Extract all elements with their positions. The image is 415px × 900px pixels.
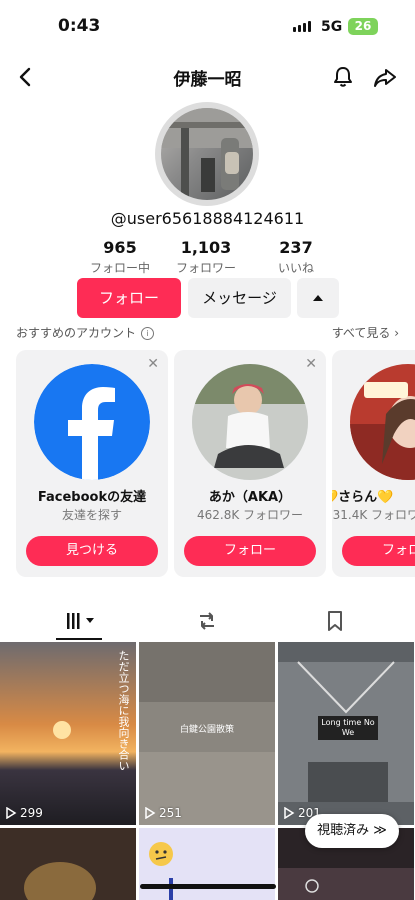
repost-icon bbox=[200, 612, 214, 630]
stat-value: 1,103 bbox=[180, 238, 232, 257]
card-name: Facebookの友達 bbox=[37, 490, 147, 505]
card-name: 💛さらん💛 bbox=[332, 490, 394, 505]
stat-value: 237 bbox=[279, 238, 313, 257]
watched-filter-label: 視聴済み bbox=[317, 823, 370, 838]
message-button[interactable]: メッセージ bbox=[188, 278, 291, 318]
tab-videos[interactable] bbox=[60, 606, 100, 636]
profile-stats: 965 フォロー中 1,103 フォロワー 237 いいね bbox=[80, 238, 340, 278]
card-subtitle: 131.4K フォロワー bbox=[332, 508, 415, 522]
profile-username: @user65618884124611 bbox=[110, 209, 305, 228]
recommended-heading-text: おすすめのアカウント bbox=[16, 326, 137, 340]
recommended-card[interactable]: ✕ あか（AKA） 462.8K フォロワー フォロー bbox=[174, 350, 326, 577]
stat-label: フォロー中 bbox=[89, 261, 150, 275]
notification-bell-button[interactable] bbox=[330, 64, 356, 94]
share-button[interactable] bbox=[372, 65, 398, 95]
network-label: 5G bbox=[321, 19, 343, 35]
bookmark-icon bbox=[328, 611, 342, 631]
play-icon bbox=[6, 807, 17, 819]
follow-button[interactable]: フォロー bbox=[77, 278, 181, 318]
find-friends-button[interactable]: 見つける bbox=[26, 536, 158, 566]
see-all-link[interactable]: すべて見る › bbox=[332, 324, 399, 341]
content-tabs bbox=[0, 600, 415, 642]
stat-label: フォロワー bbox=[175, 261, 236, 275]
stat-following[interactable]: 965 フォロー中 bbox=[80, 238, 160, 276]
recommended-card[interactable]: ✕ Facebookの友達 友達を探す 見つける bbox=[16, 350, 168, 577]
battery-icon: 26 bbox=[348, 18, 378, 35]
view-count-text: 251 bbox=[159, 806, 182, 820]
video-thumbnail[interactable] bbox=[0, 828, 136, 900]
stat-likes[interactable]: 237 いいね bbox=[256, 238, 336, 276]
close-icon[interactable]: ✕ bbox=[305, 356, 317, 372]
stat-value: 965 bbox=[103, 238, 137, 257]
close-icon[interactable]: ✕ bbox=[147, 356, 159, 372]
bell-icon bbox=[334, 67, 352, 87]
tab-saved[interactable] bbox=[315, 606, 355, 636]
avatar-photo bbox=[161, 108, 253, 200]
signal-icon bbox=[293, 21, 311, 32]
stat-label: いいね bbox=[277, 261, 314, 275]
top-bar: 伊藤一昭 bbox=[0, 56, 415, 100]
avatar[interactable] bbox=[155, 102, 259, 206]
info-icon[interactable]: i bbox=[141, 327, 155, 340]
video-overlay-text: Long time No We bbox=[318, 716, 378, 740]
caret-up-icon bbox=[313, 295, 323, 301]
play-icon bbox=[145, 807, 156, 819]
video-thumbnail[interactable]: ただ立つ海に我向き合い 299 bbox=[0, 642, 136, 825]
video-overlay-text: 白鍵公園散策 bbox=[179, 725, 234, 735]
follow-button[interactable]: フォロー bbox=[342, 536, 415, 566]
expand-recommendations-button[interactable] bbox=[297, 278, 339, 318]
facebook-logo-icon bbox=[34, 364, 150, 480]
watched-filter-button[interactable]: 視聴済み ≫ bbox=[305, 814, 399, 848]
video-thumbnail[interactable]: Long time No We 201 bbox=[278, 642, 414, 825]
view-count: 299 bbox=[5, 806, 43, 820]
recommended-heading: おすすめのアカウント i bbox=[16, 324, 155, 341]
recommended-card[interactable]: 💛さらん💛 131.4K フォロワー フォロー bbox=[332, 350, 415, 577]
card-name: あか（AKA） bbox=[208, 490, 292, 505]
card-avatar bbox=[192, 364, 308, 480]
stat-followers[interactable]: 1,103 フォロワー bbox=[166, 238, 246, 276]
video-grid-icon bbox=[67, 613, 94, 629]
card-subtitle: 462.8K フォロワー bbox=[196, 508, 304, 522]
card-subtitle: 友達を探す bbox=[61, 508, 122, 522]
play-icon bbox=[284, 807, 295, 819]
view-count: 251 bbox=[144, 806, 182, 820]
status-time: 0:43 bbox=[58, 16, 101, 36]
status-bar: 0:43 5G 26 bbox=[0, 0, 415, 56]
see-all-text: すべて見る bbox=[331, 326, 391, 340]
tab-reposts[interactable] bbox=[187, 606, 227, 636]
video-thumbnail[interactable]: 白鍵公園散策 251 bbox=[139, 642, 275, 825]
home-indicator bbox=[140, 884, 276, 889]
video-thumbnail[interactable] bbox=[139, 828, 275, 900]
card-avatar bbox=[350, 364, 415, 480]
video-overlay-text: ただ立つ海に我向き合い bbox=[117, 650, 130, 771]
follow-button[interactable]: フォロー bbox=[184, 536, 316, 566]
active-tab-indicator bbox=[56, 638, 102, 640]
view-count-text: 299 bbox=[20, 806, 43, 820]
share-arrow-icon bbox=[374, 69, 396, 87]
